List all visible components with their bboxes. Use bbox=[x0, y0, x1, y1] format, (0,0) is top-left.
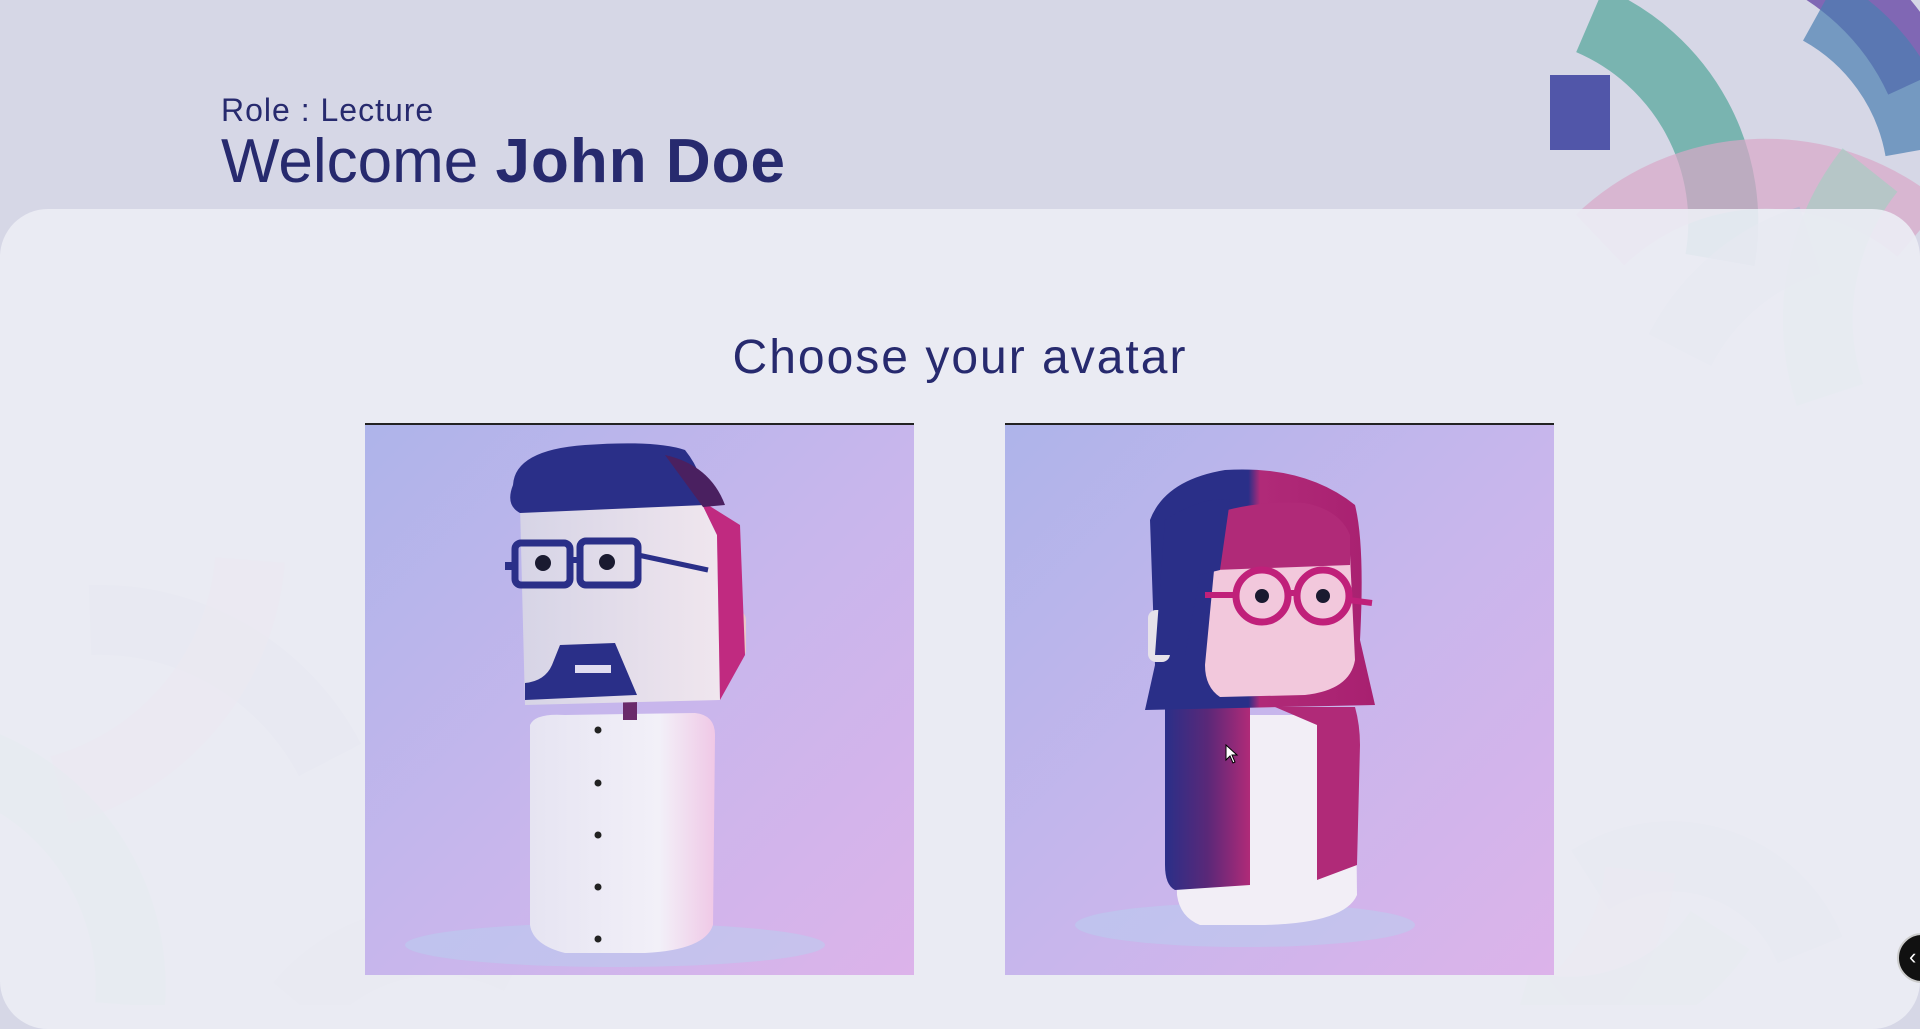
welcome-prefix: Welcome bbox=[221, 127, 479, 196]
mouse-cursor-icon bbox=[1225, 744, 1239, 764]
female-avatar-image bbox=[1075, 469, 1415, 947]
page-header: Role : Lecture Welcome John Doe bbox=[221, 92, 786, 197]
role-label: Role : Lecture bbox=[221, 92, 435, 128]
male-avatar-card[interactable] bbox=[365, 423, 914, 975]
female-avatar-card[interactable] bbox=[1005, 423, 1554, 975]
user-name: John Doe bbox=[495, 127, 786, 196]
male-avatar-image bbox=[405, 443, 825, 967]
welcome-title: Welcome John Doe bbox=[221, 127, 786, 197]
choose-avatar-heading: Choose your avatar bbox=[732, 331, 1188, 384]
